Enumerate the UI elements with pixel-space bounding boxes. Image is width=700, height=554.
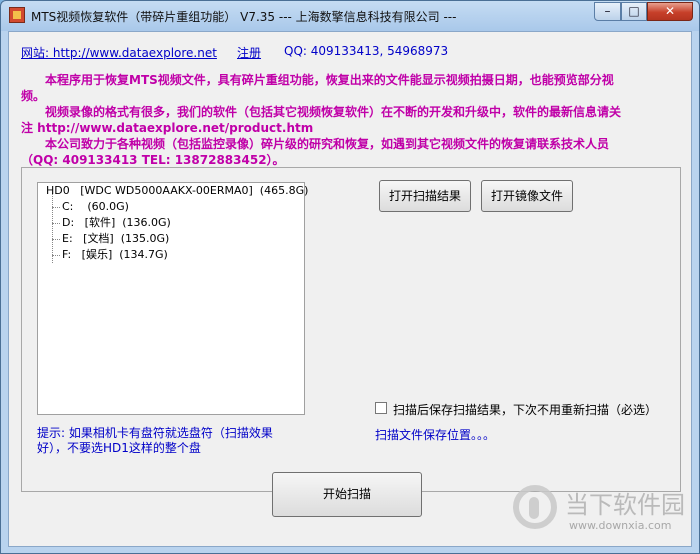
watermark-text: 当下软件园 (565, 491, 685, 519)
tree-item-label: E: [文档] (135.0G) (62, 232, 170, 245)
intro-paragraph-2: 视频录像的格式有很多，我们的软件（包括其它视频恢复软件）在不断的开发和升级中，软… (21, 105, 622, 135)
maximize-button[interactable]: □ (621, 2, 647, 21)
tree-item-label: D: [软件] (136.0G) (62, 216, 171, 229)
tip-text: 提示: 如果相机卡有盘符就选盘符（扫描效果好），不要选HD1这样的整个盘 (37, 426, 273, 455)
start-scan-button[interactable]: 开始扫描 (272, 472, 422, 517)
close-button[interactable]: ✕ (647, 2, 693, 21)
app-window: MTS视频恢复软件（带碎片重组功能） V7.35 --- 上海数擎信息科技有限公… (0, 0, 700, 554)
tree-item-label: F: [娱乐] (134.7G) (62, 248, 168, 261)
tree-item-f[interactable]: F: [娱乐] (134.7G) (46, 247, 168, 263)
qq-contact: QQ: 409133413, 54968973 (284, 44, 449, 58)
app-icon (9, 7, 25, 23)
title-bar[interactable]: MTS视频恢复软件（带碎片重组功能） V7.35 --- 上海数擎信息科技有限公… (1, 1, 699, 31)
scan-file-save-location-link[interactable]: 扫描文件保存位置。。。 (375, 426, 495, 443)
client-area: 网站: http://www.dataexplore.net 注册 QQ: 40… (8, 31, 692, 547)
tree-item-label: C: (60.0G) (62, 200, 129, 213)
save-after-scan-checkbox[interactable] (375, 402, 387, 414)
website-link[interactable]: 网站: http://www.dataexplore.net (21, 44, 217, 61)
tree-item-e[interactable]: E: [文档] (135.0G) (46, 231, 169, 247)
window-title: MTS视频恢复软件（带碎片重组功能） V7.35 --- 上海数擎信息科技有限公… (31, 10, 457, 24)
intro-paragraph-3: 本公司致力于各种视频（包括监控录像）碎片级的研究和恢复，如遇到其它视频文件的恢复… (21, 137, 610, 167)
intro-paragraph-1: 本程序用于恢复MTS视频文件，具有碎片重组功能，恢复出来的文件能显示视频拍摄日期… (21, 73, 614, 103)
tree-item-c[interactable]: C: (60.0G) (46, 199, 129, 215)
disk-tree[interactable]: HD0 [WDC WD5000AAKX-00ERMA0] (465.8G) C:… (37, 182, 308, 415)
open-image-file-button[interactable]: 打开镜像文件 (481, 180, 573, 212)
save-after-scan-label[interactable]: 扫描后保存扫描结果，下次不用重新扫描（必选） (393, 401, 657, 418)
watermark: 当下软件园 www.downxia.com (513, 483, 689, 545)
intro-text: 本程序用于恢复MTS视频文件，具有碎片重组功能，恢复出来的文件能显示视频拍摄日期… (21, 72, 621, 168)
tree-item-d[interactable]: D: [软件] (136.0G) (46, 215, 171, 231)
watermark-url: www.downxia.com (569, 519, 672, 532)
tree-root-hd0[interactable]: HD0 [WDC WD5000AAKX-00ERMA0] (465.8G) (46, 183, 308, 199)
minimize-button[interactable]: – (594, 2, 621, 21)
watermark-logo-icon (513, 485, 557, 529)
open-scan-result-button[interactable]: 打开扫描结果 (379, 180, 471, 212)
register-link[interactable]: 注册 (237, 44, 261, 61)
